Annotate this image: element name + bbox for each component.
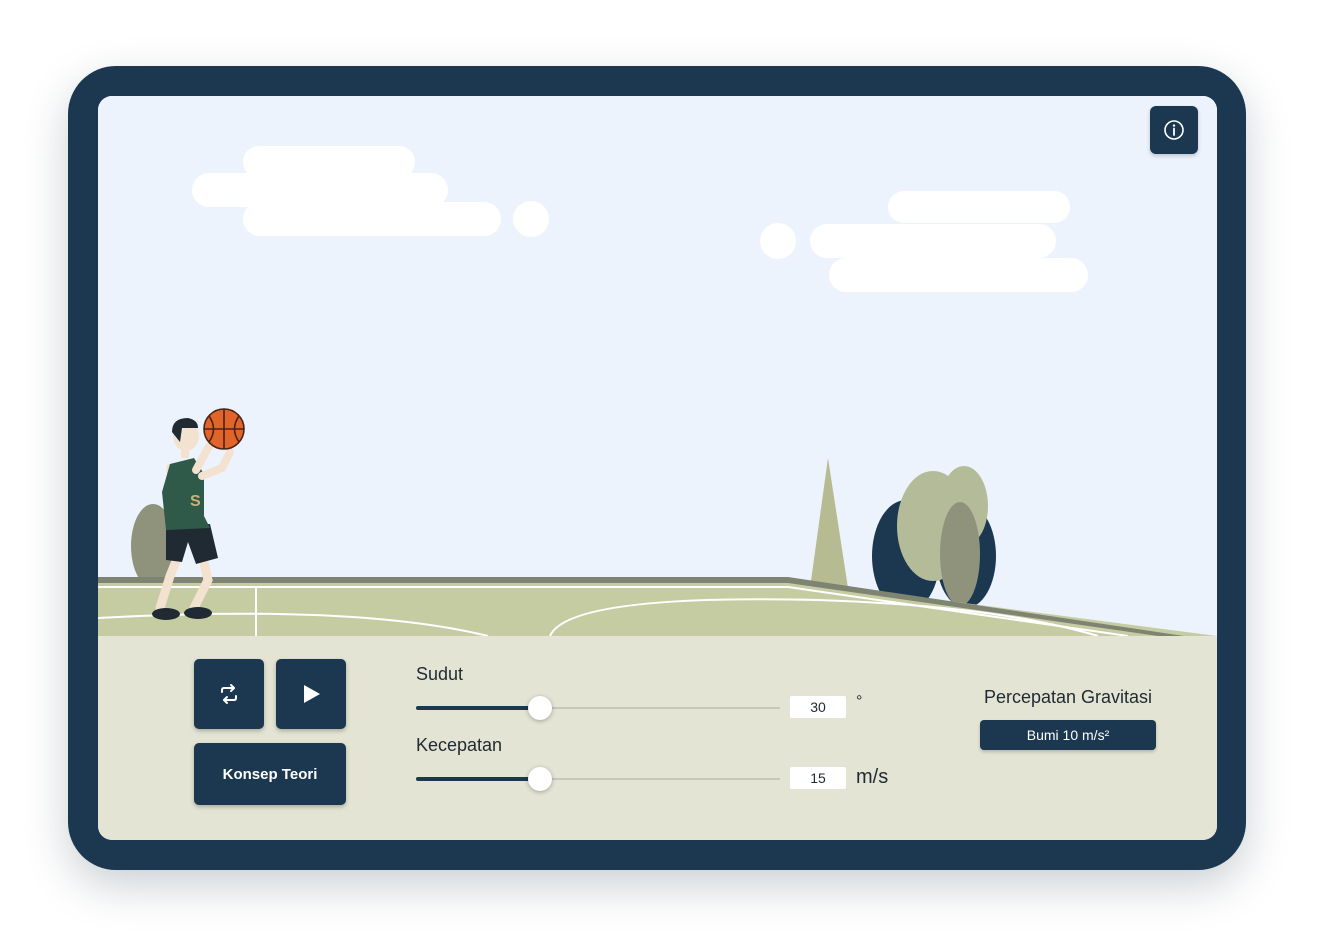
repeat-icon xyxy=(221,684,237,704)
angle-unit: ° xyxy=(856,693,863,710)
angle-slider-thumb[interactable] xyxy=(527,696,552,720)
play-button[interactable] xyxy=(276,659,346,729)
simulation-screen: S Konsep Teori Sudut 30 ° Kecepatan 15 m… xyxy=(98,96,1217,840)
svg-text:S: S xyxy=(190,493,201,510)
control-panel: Konsep Teori Sudut ° Kecepatan m/s Perce… xyxy=(98,636,1217,840)
scene: S xyxy=(98,96,1217,640)
speed-slider-thumb[interactable] xyxy=(527,767,552,791)
speed-slider[interactable] xyxy=(416,767,780,791)
angle-slider[interactable] xyxy=(416,696,780,720)
info-icon xyxy=(1164,120,1184,140)
speed-slider-fill xyxy=(416,777,540,781)
speed-unit: m/s xyxy=(856,766,889,788)
konsep-teori-button[interactable]: Konsep Teori xyxy=(194,743,346,805)
angle-slider-fill xyxy=(416,706,540,710)
play-icon xyxy=(304,685,320,703)
device-frame: S Konsep Teori Sudut 30 ° Kecepatan 15 m… xyxy=(68,66,1246,870)
angle-input[interactable] xyxy=(790,696,846,718)
basketball xyxy=(203,408,245,450)
info-button[interactable] xyxy=(1150,106,1198,154)
speed-input[interactable] xyxy=(790,767,846,789)
gravity-label: Percepatan Gravitasi xyxy=(983,687,1153,707)
gravity-select-button[interactable]: Bumi 10 m/s² xyxy=(980,720,1156,750)
angle-label: Sudut xyxy=(416,664,464,684)
speed-label: Kecepatan xyxy=(416,735,503,755)
reset-button[interactable] xyxy=(194,659,264,729)
